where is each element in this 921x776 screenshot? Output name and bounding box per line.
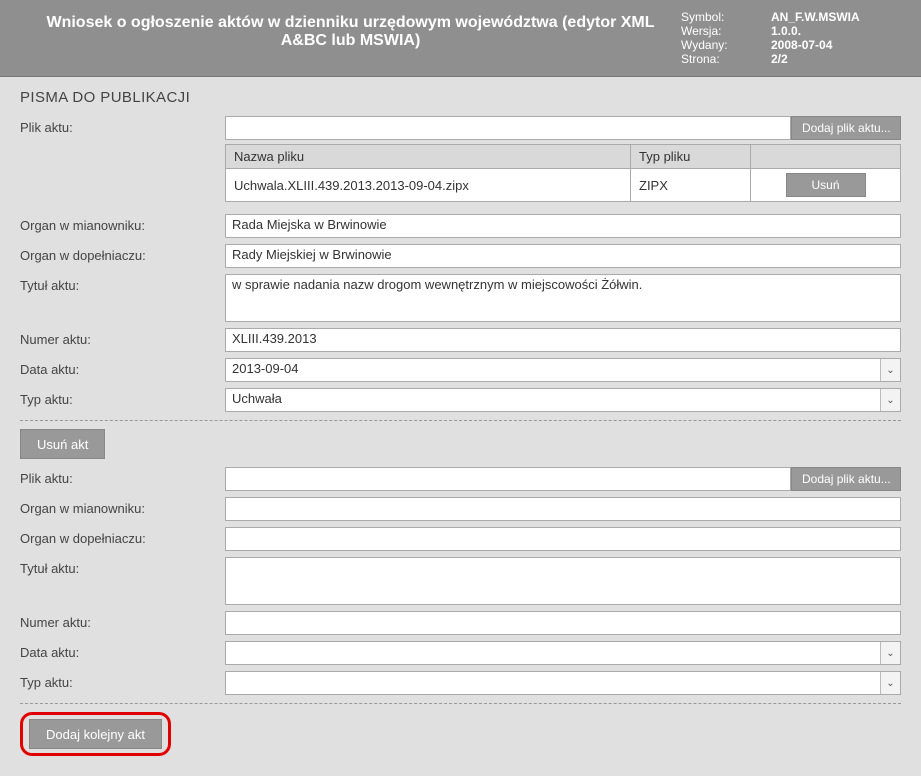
col-typ-pliku: Typ pliku bbox=[631, 145, 751, 169]
data-field[interactable]: 2013-09-04 bbox=[225, 358, 901, 382]
usun-plik-button[interactable]: Usuń bbox=[786, 173, 866, 197]
data-field[interactable] bbox=[225, 641, 901, 665]
typ-field[interactable]: Uchwała bbox=[225, 388, 901, 412]
form-title: Wniosek o ogłoszenie aktów w dzienniku u… bbox=[20, 10, 681, 66]
label-organ-mian: Organ w mianowniku: bbox=[20, 214, 225, 238]
meta-page-value: 2/2 bbox=[771, 52, 788, 66]
label-typ: Typ aktu: bbox=[20, 671, 225, 695]
separator bbox=[20, 703, 901, 704]
numer-field[interactable] bbox=[225, 611, 901, 635]
plik-aktu-field[interactable] bbox=[225, 467, 791, 491]
tytul-field[interactable]: w sprawie nadania nazw drogom wewnętrzny… bbox=[225, 274, 901, 322]
label-tytul: Tytuł aktu: bbox=[20, 274, 225, 322]
plik-aktu-field[interactable] bbox=[225, 116, 791, 140]
label-plik-aktu: Plik aktu: bbox=[20, 116, 225, 208]
tytul-field[interactable] bbox=[225, 557, 901, 605]
label-numer: Numer aktu: bbox=[20, 328, 225, 352]
col-actions bbox=[751, 145, 901, 169]
meta-symbol-label: Symbol: bbox=[681, 10, 771, 24]
organ-mian-field[interactable]: Rada Miejska w Brwinowie bbox=[225, 214, 901, 238]
meta-issued-label: Wydany: bbox=[681, 38, 771, 52]
plik-aktu-table: Nazwa pliku Typ pliku Uchwala.XLIII.439.… bbox=[225, 144, 901, 202]
chevron-down-icon[interactable]: ⌄ bbox=[880, 672, 900, 694]
akt-block-2: Usuń akt Plik aktu: Dodaj plik aktu... O… bbox=[20, 429, 901, 695]
usun-akt-button[interactable]: Usuń akt bbox=[20, 429, 105, 459]
label-plik-aktu: Plik aktu: bbox=[20, 467, 225, 491]
col-nazwa-pliku: Nazwa pliku bbox=[226, 145, 631, 169]
chevron-down-icon[interactable]: ⌄ bbox=[880, 359, 900, 381]
cell-typ: ZIPX bbox=[631, 169, 751, 202]
dodaj-plik-aktu-button[interactable]: Dodaj plik aktu... bbox=[791, 467, 901, 491]
numer-field[interactable]: XLIII.439.2013 bbox=[225, 328, 901, 352]
highlight-ring: Dodaj kolejny akt bbox=[20, 712, 171, 756]
cell-nazwa: Uchwala.XLIII.439.2013.2013-09-04.zipx bbox=[226, 169, 631, 202]
meta-symbol-value: AN_F.W.MSWIA bbox=[771, 10, 860, 24]
section-title: PISMA DO PUBLIKACJI bbox=[20, 89, 901, 106]
akt-block-1: Plik aktu: Dodaj plik aktu... Nazwa plik… bbox=[20, 116, 901, 412]
meta-version-value: 1.0.0. bbox=[771, 24, 801, 38]
label-organ-dop: Organ w dopełniaczu: bbox=[20, 527, 225, 551]
chevron-down-icon[interactable]: ⌄ bbox=[880, 642, 900, 664]
typ-field[interactable] bbox=[225, 671, 901, 695]
meta-version-label: Wersja: bbox=[681, 24, 771, 38]
label-tytul: Tytuł aktu: bbox=[20, 557, 225, 605]
organ-dop-field[interactable]: Rady Miejskiej w Brwinowie bbox=[225, 244, 901, 268]
dodaj-kolejny-akt-button[interactable]: Dodaj kolejny akt bbox=[29, 719, 162, 749]
label-organ-dop: Organ w dopełniaczu: bbox=[20, 244, 225, 268]
organ-dop-field[interactable] bbox=[225, 527, 901, 551]
label-typ: Typ aktu: bbox=[20, 388, 225, 412]
label-numer: Numer aktu: bbox=[20, 611, 225, 635]
label-data: Data aktu: bbox=[20, 358, 225, 382]
organ-mian-field[interactable] bbox=[225, 497, 901, 521]
meta-page-label: Strona: bbox=[681, 52, 771, 66]
chevron-down-icon[interactable]: ⌄ bbox=[880, 389, 900, 411]
table-row: Uchwala.XLIII.439.2013.2013-09-04.zipx Z… bbox=[226, 169, 901, 202]
form-meta: Symbol:AN_F.W.MSWIA Wersja:1.0.0. Wydany… bbox=[681, 10, 901, 66]
separator bbox=[20, 420, 901, 421]
label-data: Data aktu: bbox=[20, 641, 225, 665]
label-organ-mian: Organ w mianowniku: bbox=[20, 497, 225, 521]
dodaj-plik-aktu-button[interactable]: Dodaj plik aktu... bbox=[791, 116, 901, 140]
form-header: Wniosek o ogłoszenie aktów w dzienniku u… bbox=[0, 0, 921, 77]
meta-issued-value: 2008-07-04 bbox=[771, 38, 832, 52]
